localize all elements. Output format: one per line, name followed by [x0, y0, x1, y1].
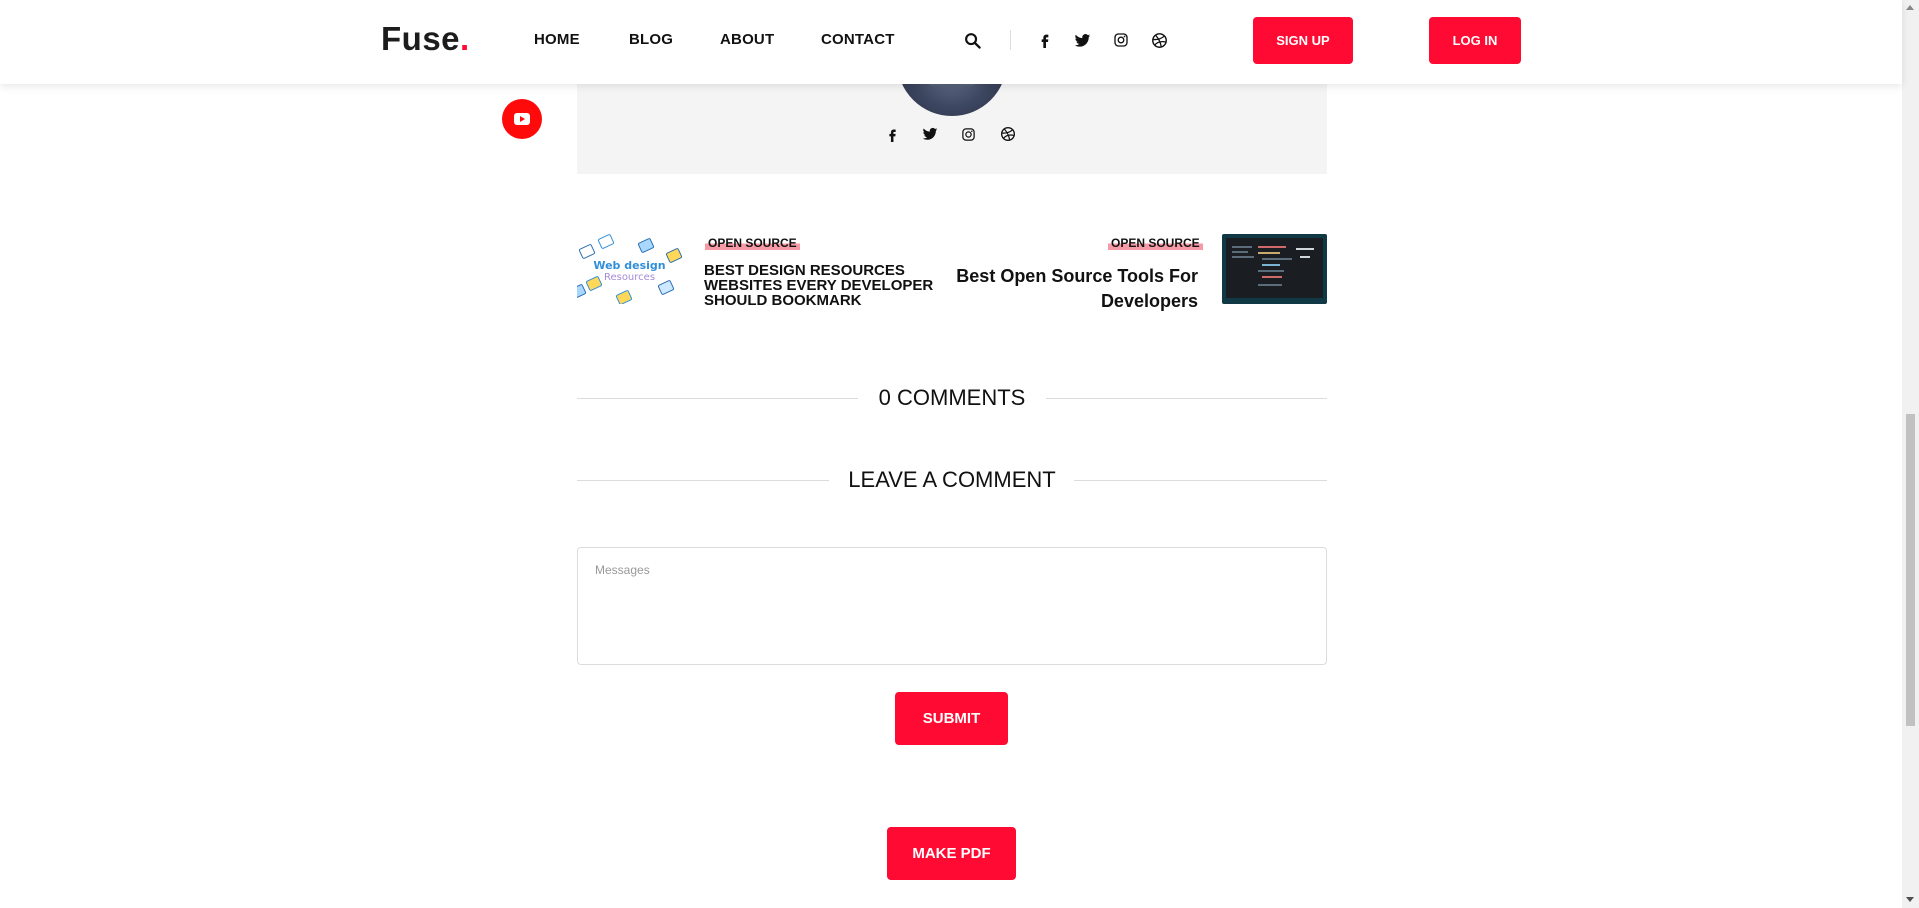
- search-icon[interactable]: [962, 30, 982, 50]
- leave-comment-label: LEAVE A COMMENT: [848, 467, 1056, 492]
- instagram-icon[interactable]: [958, 124, 978, 144]
- nav-about[interactable]: ABOUT: [720, 31, 774, 48]
- related-post-left-title[interactable]: BEST DESIGN RESOURCES WEBSITES EVERY DEV…: [704, 263, 934, 308]
- dribbble-icon[interactable]: [998, 124, 1018, 144]
- facebook-icon[interactable]: [1035, 30, 1055, 50]
- scroll-down-arrow[interactable]: [1906, 897, 1914, 902]
- log-in-button[interactable]: LOG IN: [1429, 17, 1521, 64]
- dribbble-icon[interactable]: [1149, 30, 1169, 50]
- thumbnail-subtext: Resources: [603, 272, 656, 283]
- sign-up-button[interactable]: SIGN UP: [1253, 17, 1353, 64]
- leave-comment-heading: LEAVE A COMMENT: [577, 467, 1327, 492]
- nav-blog[interactable]: BLOG: [629, 31, 673, 48]
- related-post-right-title[interactable]: Best Open Source Tools For Developers: [945, 264, 1198, 314]
- nav-home[interactable]: HOME: [534, 31, 580, 48]
- header-divider: [1010, 30, 1011, 50]
- nav-contact[interactable]: CONTACT: [821, 31, 895, 48]
- site-header: Fuse. HOME BLOG ABOUT CONTACT SIGN UP LO…: [0, 0, 1902, 84]
- related-post-left-thumbnail[interactable]: Web design Resources: [577, 234, 682, 304]
- facebook-icon[interactable]: [882, 124, 902, 144]
- comments-heading: 0 COMMENTS: [577, 385, 1327, 410]
- youtube-icon[interactable]: [502, 99, 542, 139]
- related-post-right-thumbnail[interactable]: [1222, 234, 1327, 304]
- comments-count: 0 COMMENTS: [878, 385, 1026, 410]
- twitter-icon[interactable]: [1072, 30, 1092, 50]
- site-logo[interactable]: Fuse.: [381, 20, 470, 58]
- message-field[interactable]: [577, 547, 1327, 665]
- category-tag[interactable]: OPEN SOURCE: [705, 236, 800, 250]
- category-tag[interactable]: OPEN SOURCE: [1108, 236, 1203, 250]
- scroll-thumb[interactable]: [1906, 414, 1915, 726]
- instagram-icon[interactable]: [1111, 30, 1131, 50]
- author-card: [577, 46, 1327, 174]
- twitter-icon[interactable]: [920, 124, 940, 144]
- make-pdf-button[interactable]: MAKE PDF: [887, 827, 1016, 880]
- page-scrollbar[interactable]: [1902, 0, 1919, 908]
- scroll-up-arrow[interactable]: [1906, 5, 1914, 10]
- submit-button[interactable]: SUBMIT: [895, 692, 1008, 745]
- thumbnail-text: Web design: [593, 259, 666, 272]
